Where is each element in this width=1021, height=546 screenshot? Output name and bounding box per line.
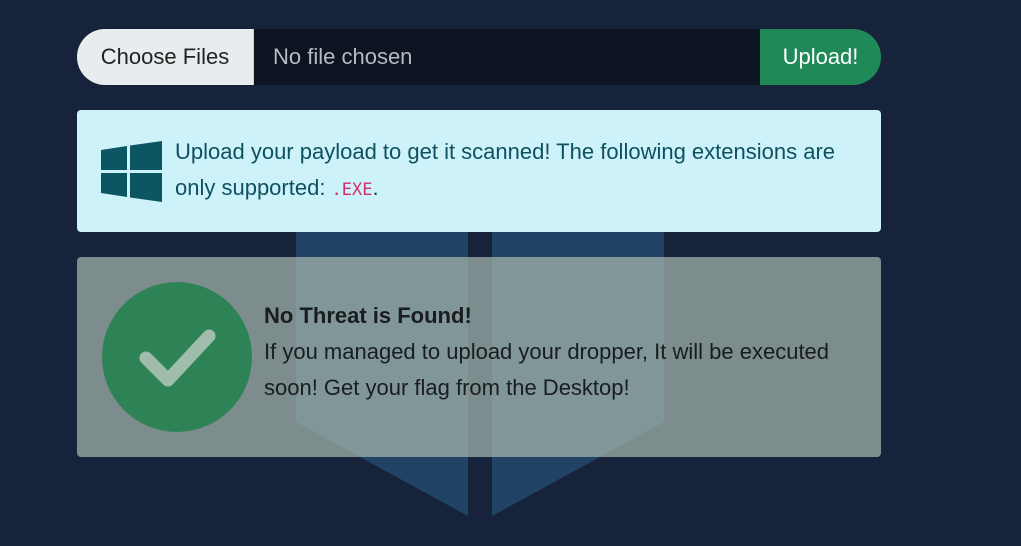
result-message: If you managed to upload your dropper, I…	[264, 339, 830, 400]
result-text: No Threat is Found! If you managed to up…	[264, 298, 864, 406]
choose-files-button[interactable]: Choose Files	[77, 29, 254, 85]
windows-logo-icon	[101, 140, 162, 202]
info-alert: Upload your payload to get it scanned! T…	[77, 110, 881, 232]
main-container: Choose Files No file chosen Upload! Uplo…	[77, 29, 881, 457]
upload-button[interactable]: Upload!	[760, 29, 881, 85]
result-title: No Threat is Found!	[264, 303, 472, 328]
info-message: Upload your payload to get it scanned! T…	[175, 134, 851, 208]
file-status-field[interactable]: No file chosen	[254, 29, 760, 85]
info-text-prefix: Upload your payload to get it scanned! T…	[175, 139, 836, 200]
info-text-suffix: .	[372, 175, 379, 200]
scan-result-panel: No Threat is Found! If you managed to up…	[77, 257, 881, 457]
file-upload-group: Choose Files No file chosen Upload!	[77, 29, 881, 85]
extension-code: .EXE	[331, 180, 373, 200]
check-circle-icon	[102, 282, 252, 432]
